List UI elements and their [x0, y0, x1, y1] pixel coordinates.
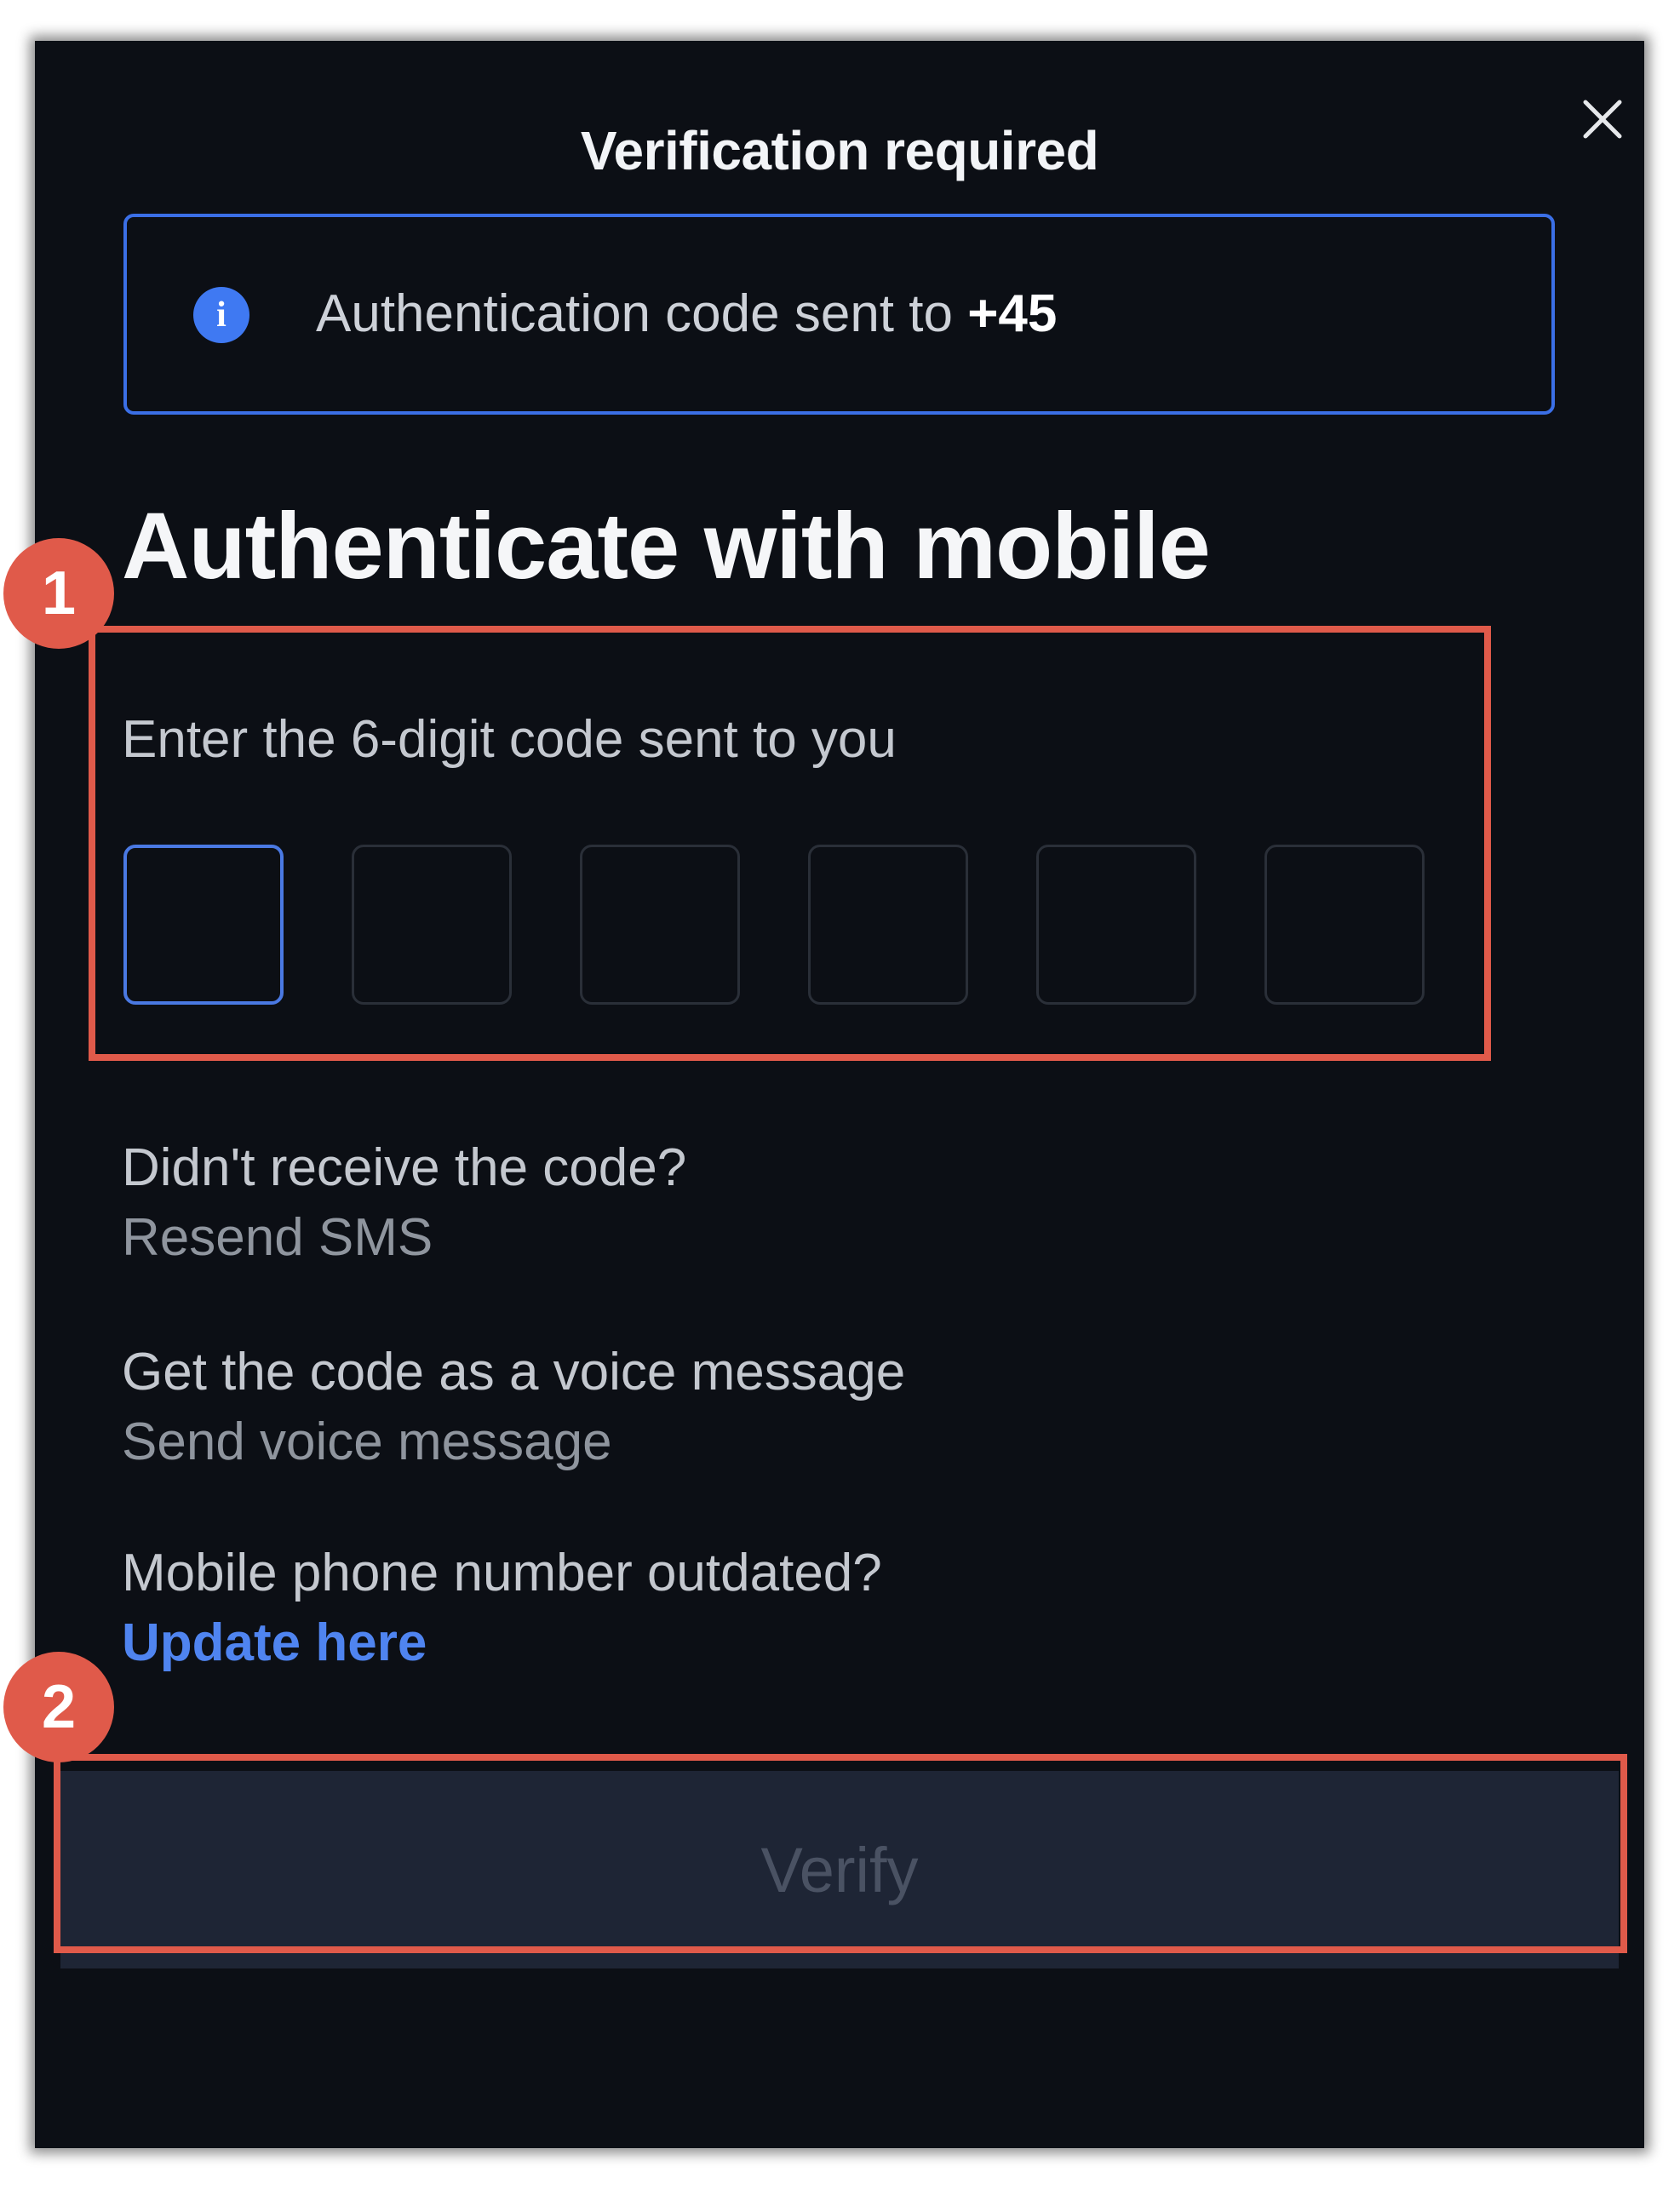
- annotation-box-code-entry: [89, 626, 1491, 1061]
- page-heading: Authenticate with mobile: [122, 494, 1211, 599]
- resend-sms-link[interactable]: Resend SMS: [122, 1207, 433, 1268]
- close-button[interactable]: [1568, 85, 1637, 153]
- info-banner-message: Authentication code sent to: [316, 284, 968, 343]
- screenshot-frame: Verification required i Authentication c…: [0, 0, 1680, 2189]
- close-icon: [1583, 100, 1622, 139]
- info-banner-text: Authentication code sent to +45: [316, 284, 1057, 344]
- send-voice-message-link[interactable]: Send voice message: [122, 1412, 612, 1472]
- voice-message-question: Get the code as a voice message: [122, 1343, 906, 1401]
- dialog-title: Verification required: [580, 120, 1099, 181]
- info-icon: i: [193, 287, 249, 343]
- resend-sms-question: Didn't receive the code?: [122, 1138, 687, 1197]
- annotation-badge-1: 1: [3, 538, 114, 649]
- annotation-badge-2: 2: [3, 1652, 114, 1762]
- update-phone-question: Mobile phone number outdated?: [122, 1544, 882, 1602]
- annotation-box-verify: [54, 1754, 1627, 1953]
- info-banner: i Authentication code sent to +45: [123, 214, 1555, 415]
- update-phone-link[interactable]: Update here: [122, 1613, 427, 1673]
- info-banner-phone: +45: [967, 284, 1058, 343]
